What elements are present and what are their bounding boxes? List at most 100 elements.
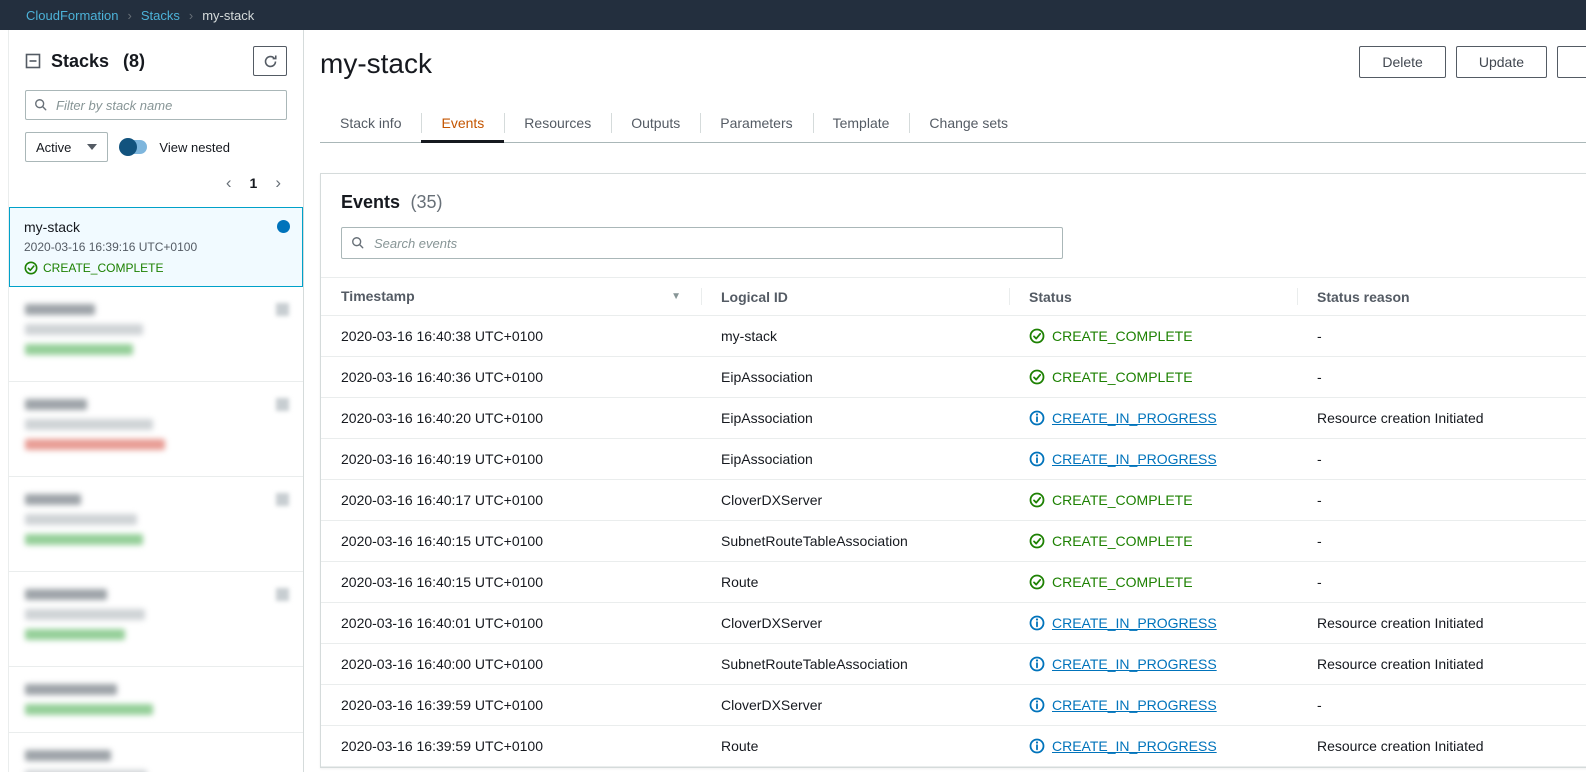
tabs: Stack info Events Resources Outputs Paramete… xyxy=(320,104,1586,143)
status-complete-icon xyxy=(1029,533,1045,549)
tab-parameters[interactable]: Parameters xyxy=(700,104,812,142)
redacted-text-bar xyxy=(25,534,143,545)
toggle-knob-icon xyxy=(119,138,138,156)
stack-filter-input[interactable] xyxy=(25,90,287,120)
column-header-status-reason[interactable]: Status reason xyxy=(1297,277,1586,316)
event-status-label[interactable]: CREATE_COMPLETE xyxy=(1052,533,1193,549)
event-logical-id: Route xyxy=(701,725,1009,767)
breadcrumb-link-cloudformation[interactable]: CloudFormation xyxy=(26,8,119,23)
view-nested-toggle[interactable] xyxy=(119,138,148,156)
stacks-count: (8) xyxy=(123,50,146,71)
event-timestamp: 2020-03-16 16:39:59 UTC+0100 xyxy=(321,725,701,767)
redacted-text-bar xyxy=(25,514,137,525)
event-status-label[interactable]: CREATE_IN_PROGRESS xyxy=(1052,738,1217,754)
redacted-text-bar xyxy=(25,609,145,620)
column-header-logical-id[interactable]: Logical ID xyxy=(701,277,1009,316)
event-status-label[interactable]: CREATE_IN_PROGRESS xyxy=(1052,615,1217,631)
update-button[interactable]: Update xyxy=(1455,46,1547,78)
pagination-current-page[interactable]: 1 xyxy=(250,175,258,191)
pagination-next-button[interactable]: › xyxy=(275,174,281,191)
stack-list-item-selected[interactable]: my-stack 2020-03-16 16:39:16 UTC+0100 CR… xyxy=(9,207,303,287)
status-filter-value: Active xyxy=(36,139,72,155)
event-status: CREATE_COMPLETE xyxy=(1029,328,1277,344)
table-header-row: Timestamp ▼ Logical ID Status Status rea… xyxy=(321,277,1586,316)
event-status-label[interactable]: CREATE_COMPLETE xyxy=(1052,328,1193,344)
status-complete-icon xyxy=(1029,369,1045,385)
column-header-status[interactable]: Status xyxy=(1009,277,1297,316)
delete-button[interactable]: Delete xyxy=(1359,46,1446,78)
redacted-text-bar xyxy=(25,494,81,505)
collapse-panel-icon[interactable] xyxy=(25,53,41,69)
tab-stack-info[interactable]: Stack info xyxy=(320,104,421,142)
stack-list-item-redacted[interactable] xyxy=(9,733,303,772)
tab-template[interactable]: Template xyxy=(812,104,910,142)
table-row: 2020-03-16 16:40:38 UTC+0100 my-stack CR… xyxy=(321,315,1586,357)
status-in-progress-icon xyxy=(1029,410,1045,426)
refresh-icon xyxy=(263,54,278,69)
pagination-prev-button[interactable]: ‹ xyxy=(226,174,232,191)
status-complete-icon xyxy=(1029,574,1045,590)
stack-filter xyxy=(25,90,287,120)
event-status-reason: Resource creation Initiated xyxy=(1297,397,1586,439)
stacks-pagination: ‹ 1 › xyxy=(9,162,303,199)
events-header: Events (35) xyxy=(321,174,1586,225)
stack-list-item-redacted[interactable] xyxy=(9,667,303,733)
redacted-text-bar xyxy=(25,324,143,335)
tab-outputs[interactable]: Outputs xyxy=(611,104,700,142)
page-actions: Delete Update xyxy=(1359,46,1586,78)
column-header-timestamp[interactable]: Timestamp ▼ xyxy=(321,277,701,316)
redacted-badge xyxy=(276,588,289,601)
event-timestamp: 2020-03-16 16:40:15 UTC+0100 xyxy=(321,561,701,603)
stack-list-item-redacted[interactable] xyxy=(9,572,303,667)
event-status-label[interactable]: CREATE_IN_PROGRESS xyxy=(1052,451,1217,467)
redacted-text-bar xyxy=(25,399,87,410)
stack-list-item-redacted[interactable] xyxy=(9,477,303,572)
status-filter-dropdown[interactable]: Active xyxy=(25,132,109,162)
event-status-label[interactable]: CREATE_IN_PROGRESS xyxy=(1052,697,1217,713)
event-timestamp: 2020-03-16 16:40:38 UTC+0100 xyxy=(321,315,701,357)
table-row: 2020-03-16 16:39:59 UTC+0100 CloverDXSer… xyxy=(321,684,1586,726)
stack-actions-button[interactable] xyxy=(1557,46,1586,78)
sort-descending-icon[interactable]: ▼ xyxy=(671,288,681,305)
main-content: my-stack Delete Update Stack info Events R… xyxy=(304,30,1586,772)
event-status-label[interactable]: CREATE_COMPLETE xyxy=(1052,574,1193,590)
breadcrumb-separator: › xyxy=(127,7,132,23)
tab-events[interactable]: Events xyxy=(421,104,505,143)
redacted-text-bar xyxy=(25,439,165,450)
stack-selected-radio[interactable] xyxy=(277,220,290,233)
stack-list-item-redacted[interactable] xyxy=(9,382,303,477)
table-row: 2020-03-16 16:40:17 UTC+0100 CloverDXSer… xyxy=(321,479,1586,521)
events-panel: Events (35) Timestamp ▼ Logical ID xyxy=(320,173,1586,768)
chevron-down-icon xyxy=(87,144,98,150)
tab-resources[interactable]: Resources xyxy=(504,104,611,142)
event-status: CREATE_IN_PROGRESS xyxy=(1029,656,1277,672)
event-timestamp: 2020-03-16 16:40:15 UTC+0100 xyxy=(321,520,701,562)
table-row: 2020-03-16 16:40:00 UTC+0100 SubnetRoute… xyxy=(321,643,1586,685)
event-status-label[interactable]: CREATE_IN_PROGRESS xyxy=(1052,656,1217,672)
event-timestamp: 2020-03-16 16:40:01 UTC+0100 xyxy=(321,602,701,644)
status-in-progress-icon xyxy=(1029,697,1045,713)
event-logical-id: CloverDXServer xyxy=(701,684,1009,726)
event-logical-id: CloverDXServer xyxy=(701,602,1009,644)
status-in-progress-icon xyxy=(1029,615,1045,631)
breadcrumb-link-stacks[interactable]: Stacks xyxy=(141,8,180,23)
event-timestamp: 2020-03-16 16:40:20 UTC+0100 xyxy=(321,397,701,439)
tab-change-sets[interactable]: Change sets xyxy=(909,104,1028,142)
event-status-reason: - xyxy=(1297,684,1586,726)
events-search-input[interactable] xyxy=(341,227,1063,259)
event-status-reason: - xyxy=(1297,438,1586,480)
events-search-row xyxy=(321,225,1586,277)
event-status: CREATE_COMPLETE xyxy=(1029,492,1277,508)
event-status-reason: - xyxy=(1297,315,1586,357)
events-count: (35) xyxy=(410,192,443,212)
event-status-label[interactable]: CREATE_IN_PROGRESS xyxy=(1052,410,1217,426)
event-status-label[interactable]: CREATE_COMPLETE xyxy=(1052,369,1193,385)
refresh-button[interactable] xyxy=(253,46,287,76)
stack-list-item-redacted[interactable] xyxy=(9,287,303,382)
redacted-badge xyxy=(276,303,289,316)
event-status-label[interactable]: CREATE_COMPLETE xyxy=(1052,492,1193,508)
view-nested-label: View nested xyxy=(159,139,230,155)
status-in-progress-icon xyxy=(1029,451,1045,467)
stack-list: my-stack 2020-03-16 16:39:16 UTC+0100 CR… xyxy=(9,207,303,772)
event-status-reason: - xyxy=(1297,479,1586,521)
